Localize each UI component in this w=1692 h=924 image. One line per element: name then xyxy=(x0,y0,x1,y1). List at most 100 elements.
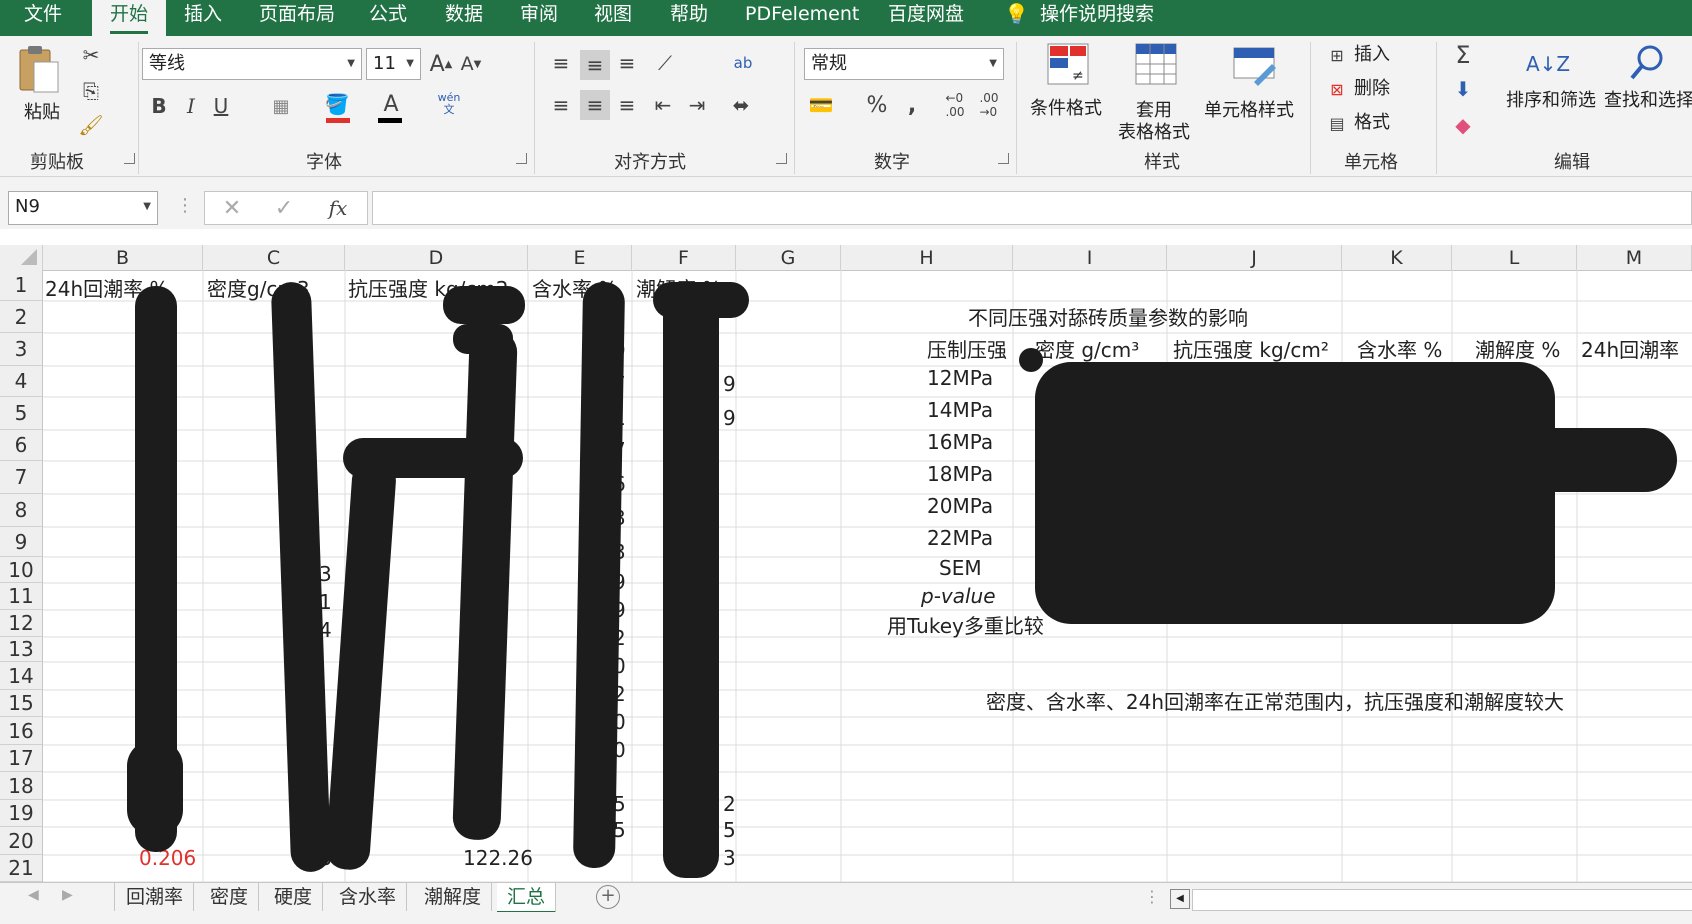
row-header[interactable]: 4 xyxy=(0,366,42,397)
sheet-tab[interactable]: 含水率 xyxy=(329,883,408,911)
align-left-icon[interactable]: ≡ xyxy=(548,92,574,118)
tab-insert[interactable]: 插入 xyxy=(184,0,222,36)
column-header[interactable]: I xyxy=(1013,245,1167,270)
cut-icon[interactable]: ✂ xyxy=(78,42,104,68)
summary-row-label[interactable]: 20MPa xyxy=(927,494,993,518)
summary-header-pressure[interactable]: 压制压强 xyxy=(927,334,1007,363)
column-header[interactable]: D xyxy=(345,245,528,270)
tell-me-search[interactable]: 操作说明搜索 xyxy=(1040,0,1154,36)
row-header[interactable]: 2 xyxy=(0,301,42,333)
row-header[interactable]: 8 xyxy=(0,494,42,527)
italic-icon[interactable]: I xyxy=(180,92,202,120)
summary-row-label[interactable]: SEM xyxy=(939,556,982,580)
insert-function-icon[interactable]: fx xyxy=(323,194,353,222)
column-header[interactable]: M xyxy=(1577,245,1692,270)
summary-row-label[interactable]: 12MPa xyxy=(927,366,993,390)
cell-fragment[interactable]: 9 xyxy=(723,406,736,430)
scroll-right-icon[interactable]: ▶ xyxy=(62,887,73,903)
find-select-button[interactable]: 查找和选择 xyxy=(1604,90,1692,112)
cell-fragment[interactable]: 3 xyxy=(723,846,736,870)
merge-center-icon[interactable]: ⬌ xyxy=(728,92,754,118)
sheet-tab[interactable]: 密度 xyxy=(200,883,260,911)
underline-icon[interactable]: U xyxy=(210,92,232,120)
align-right-icon[interactable]: ≡ xyxy=(614,92,640,118)
format-cells-icon[interactable]: ▤ xyxy=(1326,112,1348,134)
font-color-icon[interactable]: A xyxy=(378,90,404,118)
borders-icon[interactable]: ▦ xyxy=(268,92,294,120)
number-launcher-icon[interactable] xyxy=(998,153,1009,164)
font-name-combo[interactable]: 等线 ▼ xyxy=(142,48,362,80)
enter-icon[interactable]: ✓ xyxy=(271,194,297,222)
paste-button[interactable]: 粘贴 xyxy=(14,44,70,134)
tab-home[interactable]: 开始 xyxy=(92,0,167,36)
tab-formulas[interactable]: 公式 xyxy=(369,0,407,36)
cell-fragment[interactable]: 5 xyxy=(723,818,736,842)
summary-row-label[interactable]: 16MPa xyxy=(927,430,993,454)
summary-row-label[interactable]: 18MPa xyxy=(927,462,993,486)
row-header[interactable]: 16 xyxy=(0,717,42,745)
align-center-icon[interactable]: ≡ xyxy=(580,90,610,120)
row-header[interactable]: 12 xyxy=(0,610,42,637)
orientation-icon[interactable]: ⟋ xyxy=(652,50,678,76)
sheet-tab[interactable]: 潮解度 xyxy=(414,883,493,911)
summary-row-label[interactable]: 14MPa xyxy=(927,398,993,422)
format-cells-button[interactable]: 格式 xyxy=(1354,112,1390,134)
alignment-launcher-icon[interactable] xyxy=(776,153,787,164)
delete-cells-button[interactable]: 删除 xyxy=(1354,78,1390,100)
number-format-combo[interactable]: 常规 ▼ xyxy=(804,48,1004,80)
shrink-font-icon[interactable]: A ▼ xyxy=(458,50,484,78)
fill-icon[interactable]: ⬇ xyxy=(1450,76,1476,102)
clear-icon[interactable]: ◆ xyxy=(1450,112,1476,138)
grow-font-icon[interactable]: A ▲ xyxy=(428,50,454,78)
cancel-icon[interactable]: ✕ xyxy=(219,194,245,222)
tab-baidu-netdisk[interactable]: 百度网盘 xyxy=(888,0,964,36)
row-header[interactable]: 20 xyxy=(0,827,42,855)
summary-header-strength[interactable]: 抗压强度 kg/cm² xyxy=(1173,334,1329,363)
summary-header-rehumid[interactable]: 24h回潮率 xyxy=(1581,334,1679,363)
tab-review[interactable]: 审阅 xyxy=(520,0,558,36)
insert-cells-icon[interactable]: ⊞ xyxy=(1326,44,1348,66)
sort-filter-icon[interactable]: A↓Z xyxy=(1526,42,1570,86)
increase-decimal-icon[interactable]: ←0.00 xyxy=(940,91,970,119)
summary-title[interactable]: 不同压强对舔砖质量参数的影响 xyxy=(968,302,1248,331)
decrease-indent-icon[interactable]: ⇤ xyxy=(650,92,676,118)
conditional-formatting-button[interactable]: ≠ 条件格式 xyxy=(1030,42,1106,142)
summary-row-label[interactable]: 22MPa xyxy=(927,526,993,550)
horizontal-scrollbar[interactable] xyxy=(1192,889,1692,911)
column-header[interactable]: H xyxy=(841,245,1013,270)
summary-row-label[interactable]: p-value xyxy=(921,584,996,608)
cell-fragment[interactable]: 122.26 xyxy=(463,846,533,870)
name-box[interactable]: N9 ▼ xyxy=(8,191,158,225)
cell-styles-button[interactable]: 单元格样式 xyxy=(1204,42,1304,142)
scroll-left-icon[interactable]: ◀ xyxy=(28,887,39,903)
row-header[interactable]: 7 xyxy=(0,461,42,494)
column-header[interactable]: J xyxy=(1167,245,1342,270)
sheet-tab[interactable]: 硬度 xyxy=(264,883,324,911)
row-header[interactable]: 6 xyxy=(0,430,42,461)
summary-header-moisture[interactable]: 含水率 % xyxy=(1357,334,1442,363)
decrease-decimal-icon[interactable]: .00 →0 xyxy=(974,91,1004,119)
sheet-tab[interactable]: 回潮率 xyxy=(116,883,195,911)
font-launcher-icon[interactable] xyxy=(516,153,527,164)
format-as-table-button[interactable]: 套用 表格格式 xyxy=(1110,42,1200,143)
hscroll-left-icon[interactable]: ◀ xyxy=(1170,889,1190,909)
column-header[interactable]: B xyxy=(43,245,203,270)
select-all-corner[interactable] xyxy=(0,245,43,270)
autosum-icon[interactable]: Σ xyxy=(1450,41,1476,69)
column-header[interactable]: F xyxy=(632,245,736,270)
comma-style-icon[interactable]: , xyxy=(902,92,922,118)
tab-file[interactable]: 文件 xyxy=(24,0,62,36)
fill-color-icon[interactable]: 🪣 xyxy=(324,90,350,118)
row-header[interactable]: 19 xyxy=(0,800,42,827)
formula-input[interactable] xyxy=(372,191,1692,225)
tab-pdfelement[interactable]: PDFelement xyxy=(745,0,859,36)
clipboard-launcher-icon[interactable] xyxy=(124,153,135,164)
column-header[interactable]: E xyxy=(528,245,632,270)
lightbulb-icon[interactable]: 💡 xyxy=(1004,0,1029,36)
tab-data[interactable]: 数据 xyxy=(445,0,483,36)
copy-icon[interactable]: ⎘ xyxy=(78,78,104,104)
increase-indent-icon[interactable]: ⇥ xyxy=(684,92,710,118)
cell-fragment[interactable]: 9 xyxy=(723,372,736,396)
font-size-combo[interactable]: 11 ▼ xyxy=(366,48,421,80)
summary-header-density[interactable]: 密度 g/cm³ xyxy=(1035,334,1139,363)
